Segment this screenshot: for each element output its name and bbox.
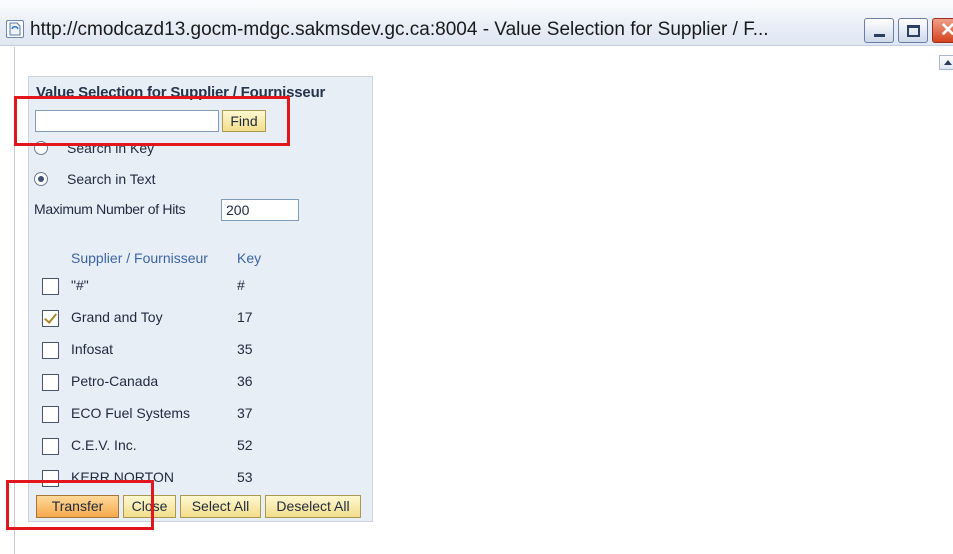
supplier-key: 17 bbox=[237, 309, 253, 325]
checkbox[interactable] bbox=[42, 374, 59, 391]
supplier-key: 37 bbox=[237, 405, 253, 421]
list-item[interactable]: Infosat 35 bbox=[42, 339, 342, 361]
supplier-name: ECO Fuel Systems bbox=[71, 405, 191, 421]
checkbox[interactable] bbox=[42, 278, 59, 295]
close-window-button[interactable]: ✕ bbox=[932, 18, 953, 43]
deselect-all-button[interactable]: Deselect All bbox=[265, 495, 361, 518]
supplier-key: 36 bbox=[237, 373, 253, 389]
list-item[interactable]: Grand and Toy 17 bbox=[42, 307, 342, 329]
select-all-button[interactable]: Select All bbox=[180, 495, 261, 518]
max-hits-label: Maximum Number of Hits bbox=[34, 201, 186, 217]
minimize-icon bbox=[874, 34, 885, 37]
highlight-search-area bbox=[14, 96, 290, 146]
list-item[interactable]: ECO Fuel Systems 37 bbox=[42, 403, 342, 425]
list-item[interactable]: C.E.V. Inc. 52 bbox=[42, 435, 342, 457]
close-icon: ✕ bbox=[940, 20, 953, 41]
supplier-name: C.E.V. Inc. bbox=[71, 437, 137, 453]
supplier-name: "#" bbox=[71, 277, 89, 293]
maximize-icon bbox=[907, 25, 920, 37]
radio-button-selected[interactable] bbox=[34, 172, 48, 186]
ie-page-icon bbox=[6, 20, 24, 38]
column-header-supplier[interactable]: Supplier / Fournisseur bbox=[71, 250, 208, 266]
supplier-name: Petro-Canada bbox=[71, 373, 159, 389]
checkbox[interactable] bbox=[42, 438, 59, 455]
highlight-transfer-button bbox=[6, 480, 154, 530]
supplier-name: Infosat bbox=[71, 341, 114, 357]
scroll-up-icon bbox=[944, 60, 952, 65]
max-hits-input[interactable] bbox=[221, 199, 299, 221]
list-item[interactable]: "#" # bbox=[42, 275, 342, 297]
minimize-button[interactable] bbox=[864, 18, 894, 43]
scroll-up-button[interactable] bbox=[939, 55, 953, 70]
supplier-key: 53 bbox=[237, 469, 253, 485]
supplier-name: Grand and Toy bbox=[71, 309, 163, 325]
checkbox-checked[interactable] bbox=[42, 310, 59, 327]
supplier-key: 52 bbox=[237, 437, 253, 453]
window-title: http://cmodcazd13.gocm-mdgc.sakmsdev.gc.… bbox=[30, 19, 769, 40]
maximize-button[interactable] bbox=[898, 18, 928, 43]
supplier-key: 35 bbox=[237, 341, 253, 357]
window-title-bar: http://cmodcazd13.gocm-mdgc.sakmsdev.gc.… bbox=[0, 0, 953, 46]
checkbox[interactable] bbox=[42, 406, 59, 423]
column-header-key[interactable]: Key bbox=[237, 250, 261, 266]
supplier-key: # bbox=[237, 277, 245, 293]
list-item[interactable]: Petro-Canada 36 bbox=[42, 371, 342, 393]
checkbox[interactable] bbox=[42, 342, 59, 359]
radio-label: Search in Text bbox=[67, 171, 156, 187]
